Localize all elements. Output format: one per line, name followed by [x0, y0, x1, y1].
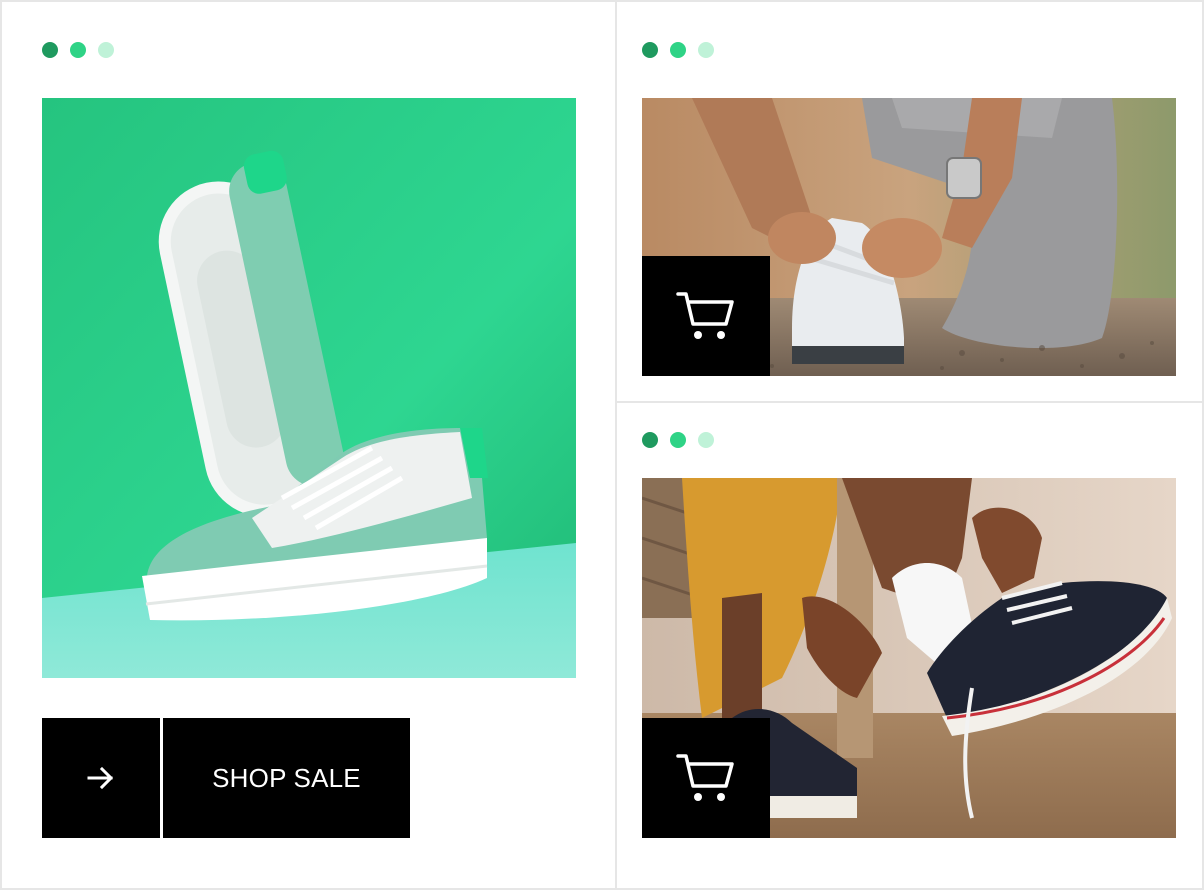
- shop-sale-label[interactable]: SHOP SALE: [163, 718, 410, 838]
- window-dot: [670, 42, 686, 58]
- window-dot: [42, 42, 58, 58]
- featured-product-card: SHOP SALE: [0, 0, 619, 890]
- product-card-running-shoe: [615, 0, 1204, 405]
- window-dot: [698, 42, 714, 58]
- green-sneakers-image: [42, 98, 576, 678]
- window-dots: [642, 42, 714, 58]
- window-dot: [642, 432, 658, 448]
- shopping-cart-icon: [676, 292, 734, 339]
- window-dot: [98, 42, 114, 58]
- add-to-cart-button[interactable]: [642, 256, 770, 376]
- shop-sale-arrow[interactable]: [42, 718, 160, 838]
- window-dot: [670, 432, 686, 448]
- arrow-right-icon: [87, 766, 114, 790]
- window-dot: [642, 42, 658, 58]
- window-dot: [698, 432, 714, 448]
- product-card-canvas-sneaker: [615, 401, 1204, 890]
- shop-sale-button[interactable]: SHOP SALE: [42, 718, 410, 838]
- add-to-cart-button[interactable]: [642, 718, 770, 838]
- window-dot: [70, 42, 86, 58]
- shopping-cart-icon: [676, 754, 734, 801]
- window-dots: [42, 42, 114, 58]
- window-dots: [642, 432, 714, 448]
